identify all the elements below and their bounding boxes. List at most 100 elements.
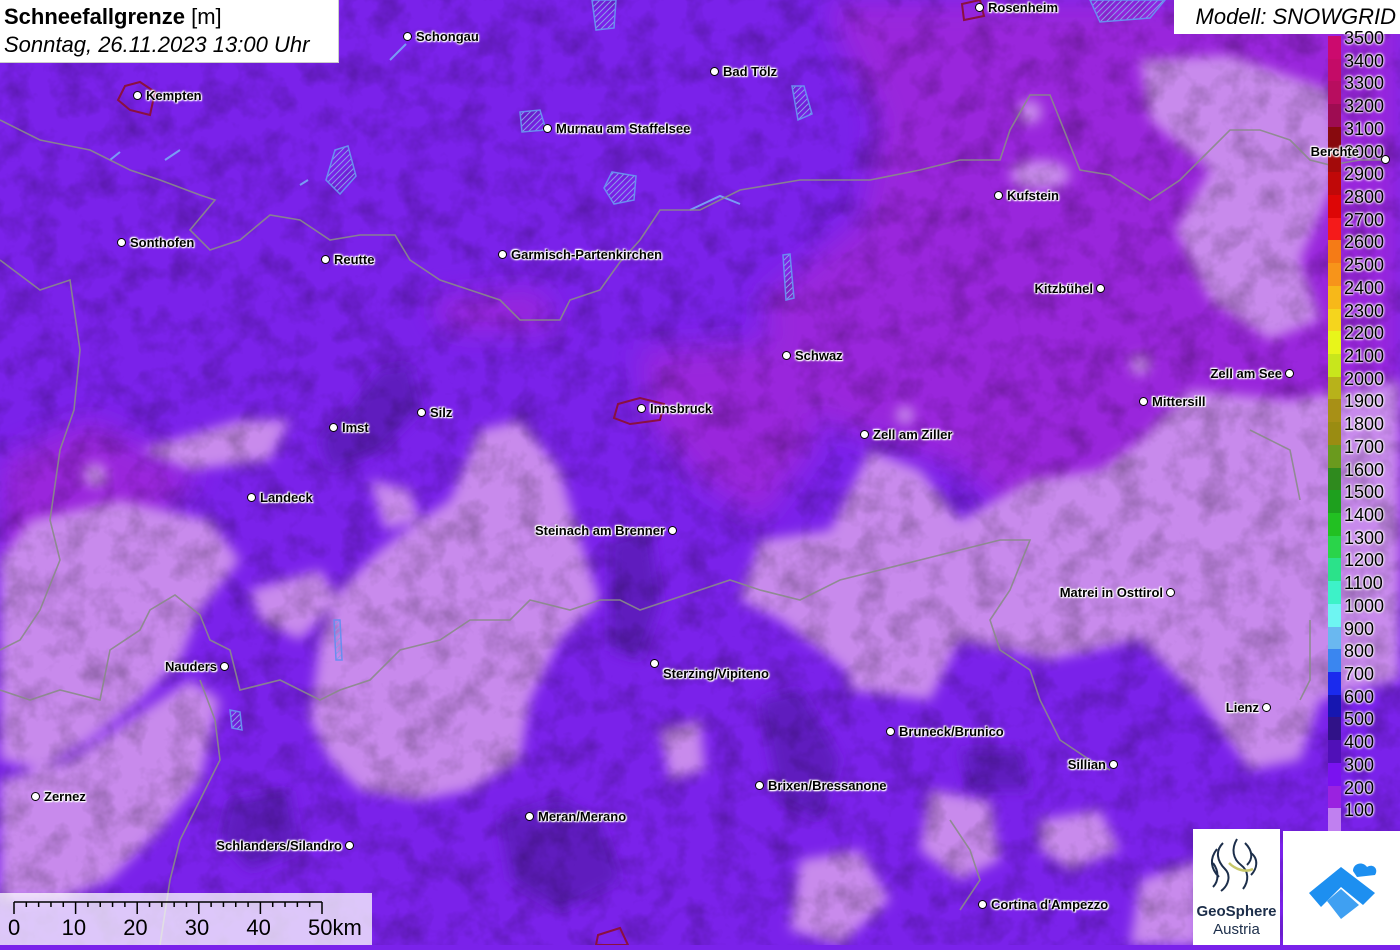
city-marker (417, 408, 426, 417)
legend-label: 300 (1344, 754, 1375, 775)
city-marker (133, 91, 142, 100)
map-date: Sonntag, 26.11.2023 13:00 Uhr (4, 32, 310, 57)
city-label: Lienz (1225, 700, 1259, 715)
legend-label: 900 (1344, 618, 1375, 639)
legend-label: 2700 (1344, 209, 1385, 230)
legend-label: 2900 (1344, 164, 1385, 185)
legend-label: 2000 (1344, 368, 1385, 389)
city-label: Sterzing/Vipiteno (663, 666, 769, 681)
legend-row: 900 (1328, 617, 1400, 650)
city-label: Silz (430, 405, 453, 420)
city-label: Mittersill (1152, 394, 1206, 409)
city-marker (31, 792, 40, 801)
legend-row: 1400 (1328, 503, 1400, 536)
legend-row: 2400 (1328, 276, 1400, 309)
scale-bar: 0 10 20 30 40 50km (0, 893, 372, 945)
legend-label: 2100 (1344, 346, 1385, 366)
city-marker (321, 255, 330, 264)
city-label: Sillian (1067, 757, 1106, 772)
city-marker (1109, 760, 1118, 769)
city-marker (978, 900, 987, 909)
legend-row: 2000 (1328, 367, 1400, 400)
city-marker (782, 351, 791, 360)
title-text: Schneefallgrenze (4, 4, 185, 29)
legend-label: 2500 (1344, 255, 1385, 276)
legend-row: 3500 (1328, 26, 1400, 59)
city-label: Sonthofen (130, 235, 195, 250)
city-label: Kitzbühel (1034, 281, 1094, 296)
city-label: Innsbruck (650, 401, 713, 416)
legend-label: 2400 (1344, 277, 1385, 298)
legend-row: 800 (1328, 639, 1400, 672)
legend-row: 2600 (1328, 230, 1400, 264)
legend-row: 1200 (1328, 548, 1400, 582)
snowline-map (0, 0, 1400, 945)
legend-swatch (1328, 808, 1341, 831)
legend-label: 2200 (1344, 323, 1385, 344)
scale-label: 30 (184, 915, 210, 940)
legend-row: 1600 (1328, 458, 1400, 491)
city-label: Cortina d'Ampezzo (991, 897, 1109, 912)
city-label: Kufstein (1007, 188, 1059, 203)
city-label: Garmisch-Partenkirchen (511, 247, 663, 262)
map-title: Schneefallgrenze [m] (4, 4, 222, 30)
city-label: Schlanders/Silandro (216, 838, 342, 853)
city-label: Zernez (44, 789, 86, 804)
city-label: Schongau (416, 29, 479, 44)
legend-row: 3100 (1328, 117, 1400, 150)
city-marker (860, 430, 869, 439)
legend-row: 200 (1328, 776, 1400, 809)
city-marker (345, 841, 354, 850)
legend-label: 1000 (1344, 595, 1385, 616)
legend-label: 2300 (1344, 300, 1385, 321)
legend-label: 400 (1344, 732, 1375, 753)
city-marker (329, 423, 338, 432)
city-marker (117, 238, 126, 247)
legend-row: 700 (1328, 662, 1400, 695)
legend-row: 1800 (1328, 412, 1400, 445)
city-label: Berchte (1310, 144, 1359, 159)
city-label: Bad Tölz (723, 64, 778, 79)
legend-label: 800 (1344, 641, 1375, 662)
scale-label: 50km (308, 915, 362, 940)
city-marker (498, 250, 507, 259)
snow-cloud-icon (1309, 863, 1377, 919)
legend-label: 1700 (1344, 436, 1385, 457)
legend-row: 2300 (1328, 299, 1400, 332)
city-label: Bruneck/Brunico (899, 724, 1004, 739)
legend-row: 1900 (1328, 389, 1400, 423)
city-marker (1381, 155, 1390, 164)
title-unit: [m] (191, 4, 222, 29)
legend-label: 3100 (1344, 118, 1385, 139)
scale-label: 20 (123, 915, 148, 940)
city-marker (1285, 369, 1294, 378)
legend-label: 3400 (1344, 50, 1385, 71)
legend-label: 3500 (1344, 28, 1385, 48)
city-label: Brixen/Bressanone (768, 778, 887, 793)
legend-row: 3400 (1328, 49, 1400, 82)
legend-label: 2800 (1344, 187, 1385, 207)
geosphere-emblem-icon (1211, 838, 1258, 892)
legend-row: 300 (1328, 753, 1400, 786)
legend-row: 2800 (1328, 185, 1400, 218)
legend-label: 1300 (1344, 527, 1385, 548)
legend-label: 1400 (1344, 505, 1385, 525)
legend-label: 600 (1344, 686, 1375, 707)
city-marker (403, 32, 412, 41)
legend-label: 1900 (1344, 391, 1385, 412)
legend-label: 1200 (1344, 550, 1385, 571)
legend-row: 100 (1328, 798, 1400, 831)
legend-label: 700 (1344, 664, 1375, 684)
city-marker (755, 781, 764, 790)
city-label: Zell am Ziller (873, 427, 953, 442)
scale-label: 40 (246, 915, 271, 940)
city-marker (668, 526, 677, 535)
city-marker (975, 3, 984, 12)
legend-row: 3300 (1328, 71, 1400, 105)
city-label: Matrei in Osttirol (1059, 585, 1163, 600)
legend-label: 1800 (1344, 414, 1385, 435)
city-label: Murnau am Staffelsee (556, 121, 691, 136)
legend-label: 1500 (1344, 482, 1385, 503)
legend-row: 2500 (1328, 253, 1400, 286)
geosphere-subtitle: Austria (1213, 921, 1260, 938)
